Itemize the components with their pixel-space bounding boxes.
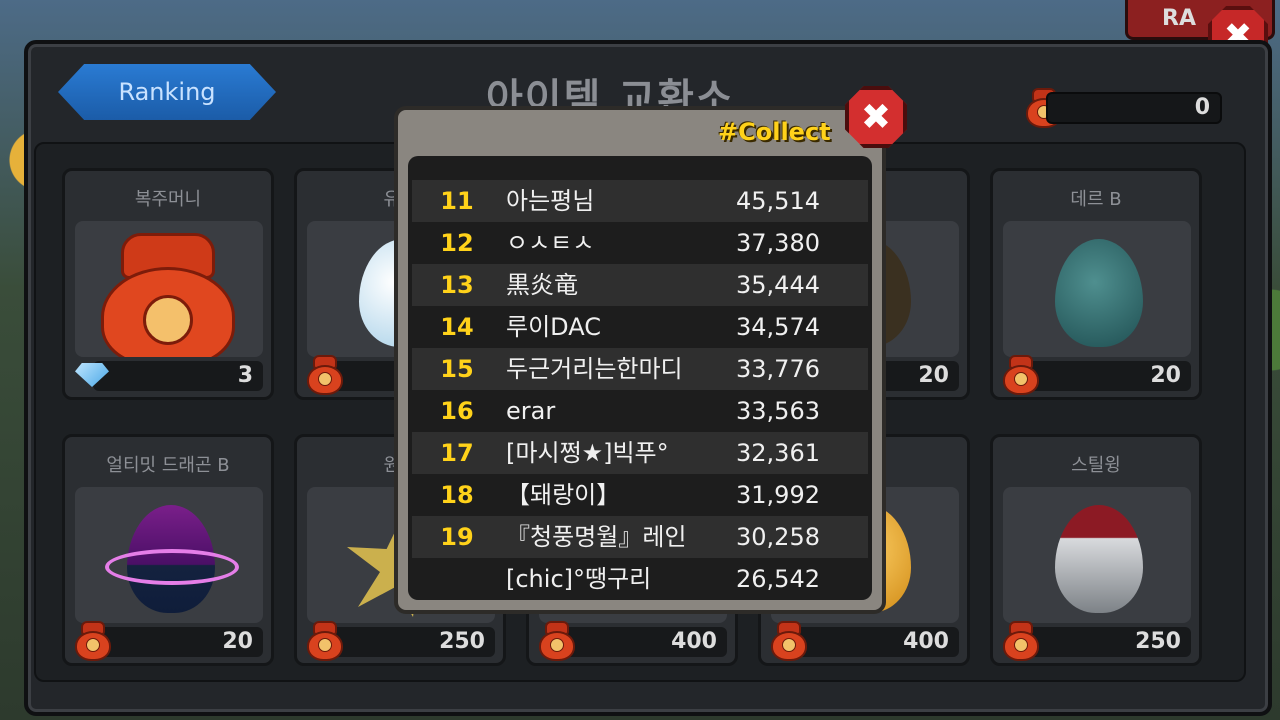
player-score: 33,563 bbox=[736, 397, 820, 425]
item-price: 20 bbox=[93, 627, 263, 657]
rank-number: 17 bbox=[440, 439, 474, 467]
item-card[interactable]: 데르 B 20 bbox=[990, 168, 1202, 400]
player-name: 두근거리는한마디 bbox=[506, 355, 683, 383]
player-score: 35,444 bbox=[736, 271, 820, 299]
egg-ring-art bbox=[105, 549, 239, 585]
close-icon: ✖ bbox=[860, 96, 892, 138]
popup-tag: #Collect bbox=[718, 118, 831, 146]
player-name: 루이DAC bbox=[506, 313, 601, 341]
item-price: 250 bbox=[1021, 627, 1191, 657]
item-price: 3 bbox=[93, 361, 263, 391]
player-score: 30,258 bbox=[736, 523, 820, 551]
lucky-bag-icon bbox=[303, 619, 347, 663]
teal-egg-art bbox=[1055, 239, 1143, 347]
lucky-bag-icon bbox=[303, 353, 347, 397]
ranking-row: [chic]°땡구리 26,542 bbox=[412, 558, 868, 600]
item-price: 400 bbox=[789, 627, 959, 657]
lucky-bag-art bbox=[101, 233, 235, 357]
item-price: 20 bbox=[1021, 361, 1191, 391]
ranking-list[interactable]: 11 아는평님 45,514 12 ㅇㅅㅌㅅ 37,380 13 黒炎竜 35,… bbox=[408, 156, 872, 600]
item-name: 스틸윙 bbox=[1071, 455, 1121, 476]
currency-counter: 0 bbox=[1046, 92, 1222, 124]
lucky-bag-icon bbox=[999, 353, 1043, 397]
lucky-bag-icon bbox=[71, 619, 115, 663]
ranking-row: 16 erar 33,563 bbox=[412, 390, 868, 432]
ranking-row: 14 루이DAC 34,574 bbox=[412, 306, 868, 348]
item-image bbox=[1003, 487, 1191, 623]
item-card[interactable]: 얼티밋 드래곤 B 20 bbox=[62, 434, 274, 666]
player-score: 37,380 bbox=[736, 229, 820, 257]
ranking-row: 11 아는평님 45,514 bbox=[412, 180, 868, 222]
ranking-row: 19 『청풍명월』레인 30,258 bbox=[412, 516, 868, 558]
item-name: 얼티밋 드래곤 B bbox=[106, 455, 230, 476]
rank-number: 18 bbox=[440, 481, 474, 509]
player-name: 『청풍명월』레인 bbox=[506, 523, 687, 551]
steel-egg-art bbox=[1055, 505, 1143, 613]
rank-number: 11 bbox=[440, 187, 474, 215]
player-score: 32,361 bbox=[736, 439, 820, 467]
player-score: 45,514 bbox=[736, 187, 820, 215]
ranking-row: 15 두근거리는한마디 33,776 bbox=[412, 348, 868, 390]
player-score: 31,992 bbox=[736, 481, 820, 509]
item-image bbox=[75, 221, 263, 357]
rank-number: 16 bbox=[440, 397, 474, 425]
player-name: [마시쩡★]빅푸° bbox=[506, 439, 669, 467]
player-name: erar bbox=[506, 397, 556, 425]
player-name: ㅇㅅㅌㅅ bbox=[506, 229, 595, 257]
item-image bbox=[1003, 221, 1191, 357]
lucky-bag-icon bbox=[535, 619, 579, 663]
player-score: 34,574 bbox=[736, 313, 820, 341]
player-name: 黒炎竜 bbox=[506, 271, 578, 299]
item-price: 250 bbox=[325, 627, 495, 657]
rank-number: 19 bbox=[440, 523, 474, 551]
ranking-row: 18 【돼랑이】 31,992 bbox=[412, 474, 868, 516]
lucky-bag-icon bbox=[767, 619, 811, 663]
item-price: 400 bbox=[557, 627, 727, 657]
player-name: 【돼랑이】 bbox=[506, 481, 621, 509]
ranking-row: 13 黒炎竜 35,444 bbox=[412, 264, 868, 306]
ranking-row: 12 ㅇㅅㅌㅅ 37,380 bbox=[412, 222, 868, 264]
player-name: 아는평님 bbox=[506, 187, 595, 215]
lucky-bag-icon bbox=[999, 619, 1043, 663]
background-rank-tab-label: RA bbox=[1162, 6, 1196, 31]
rank-number: 14 bbox=[440, 313, 474, 341]
item-name: 데르 B bbox=[1070, 189, 1122, 210]
player-score: 26,542 bbox=[736, 565, 820, 593]
item-card[interactable]: 스틸윙 250 bbox=[990, 434, 1202, 666]
rank-number: 15 bbox=[440, 355, 474, 383]
player-score: 33,776 bbox=[736, 355, 820, 383]
rank-number: 13 bbox=[440, 271, 474, 299]
item-card[interactable]: 복주머니 3 bbox=[62, 168, 274, 400]
player-name: [chic]°땡구리 bbox=[506, 565, 652, 593]
ranking-row: 17 [마시쩡★]빅푸° 32,361 bbox=[412, 432, 868, 474]
ranking-button[interactable]: Ranking bbox=[58, 64, 276, 120]
rank-number: 12 bbox=[440, 229, 474, 257]
item-name: 복주머니 bbox=[134, 189, 202, 210]
item-image bbox=[75, 487, 263, 623]
